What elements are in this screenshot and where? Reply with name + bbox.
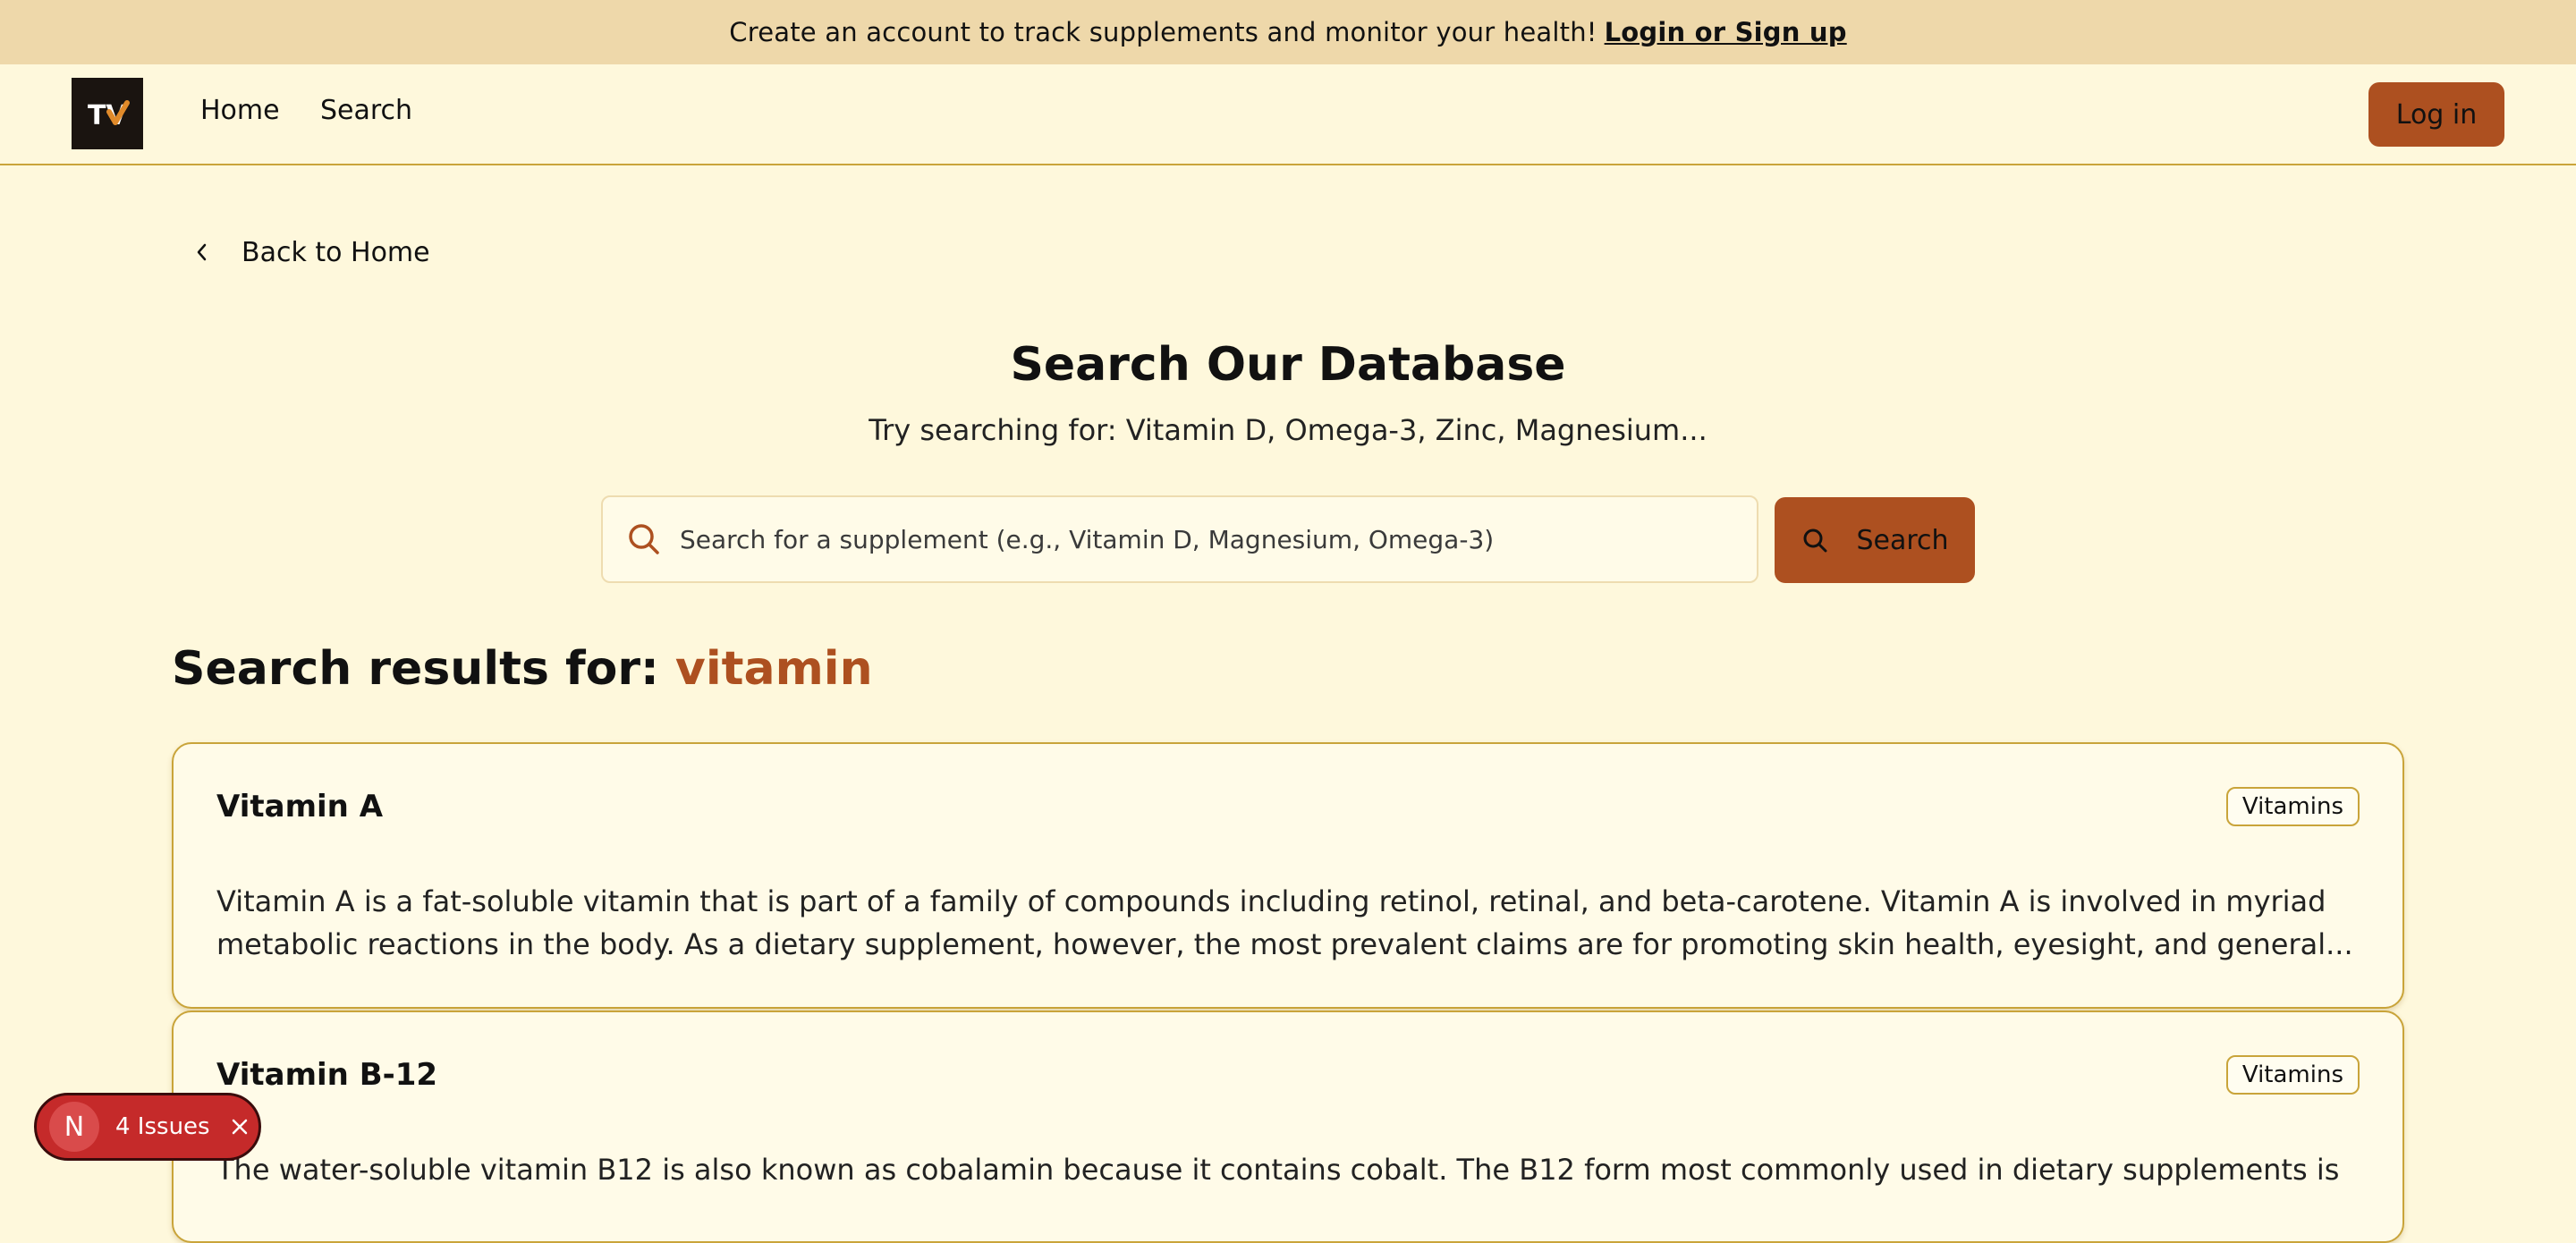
category-badge: Vitamins xyxy=(2225,787,2360,826)
logo[interactable]: TV xyxy=(72,78,143,149)
back-link-label: Back to Home xyxy=(242,236,430,268)
results-heading: Search results for: vitamin xyxy=(172,642,873,696)
navbar: TV Home Search Log in xyxy=(0,64,2576,165)
close-icon[interactable] xyxy=(230,1117,250,1137)
category-badge: Vitamins xyxy=(2225,1055,2360,1095)
page-title: Search Our Database xyxy=(1010,338,1566,392)
nav-home-link[interactable]: Home xyxy=(200,95,280,126)
results-search-term: vitamin xyxy=(674,642,873,696)
signup-banner: Create an account to track supplements a… xyxy=(0,0,2576,64)
issues-count: 4 Issues xyxy=(115,1113,210,1140)
result-card[interactable]: Vitamin B-12 Vitamins The water-soluble … xyxy=(172,1010,2404,1243)
chevron-left-icon xyxy=(197,243,207,261)
results-heading-prefix: Search results for: xyxy=(172,642,659,696)
result-description: Vitamin A is a fat-soluble vitamin that … xyxy=(216,884,2353,961)
login-button[interactable]: Log in xyxy=(2368,82,2504,147)
result-card[interactable]: Vitamin A Vitamins Vitamin A is a fat-so… xyxy=(172,742,2404,1009)
search-icon xyxy=(626,521,662,557)
banner-text: Create an account to track supplements a… xyxy=(729,17,1597,47)
search-button-label: Search xyxy=(1856,524,1949,556)
search-icon xyxy=(1803,528,1827,553)
search-button[interactable]: Search xyxy=(1775,497,1975,583)
tv-logo-icon: TV xyxy=(88,100,130,131)
login-signup-link[interactable]: Login or Sign up xyxy=(1605,17,1847,47)
result-title: Vitamin A xyxy=(216,789,384,824)
back-to-home-link[interactable]: Back to Home xyxy=(193,234,430,270)
search-input[interactable] xyxy=(678,523,1707,555)
issues-widget[interactable]: N 4 Issues xyxy=(34,1093,261,1161)
page-subtitle: Try searching for: Vitamin D, Omega-3, Z… xyxy=(869,413,1707,447)
result-description: The water-soluble vitamin B12 is also kn… xyxy=(216,1153,2340,1187)
issues-avatar: N xyxy=(49,1102,99,1152)
nav-search-link[interactable]: Search xyxy=(320,95,412,126)
search-field[interactable] xyxy=(601,495,1758,583)
result-title: Vitamin B-12 xyxy=(216,1057,438,1093)
